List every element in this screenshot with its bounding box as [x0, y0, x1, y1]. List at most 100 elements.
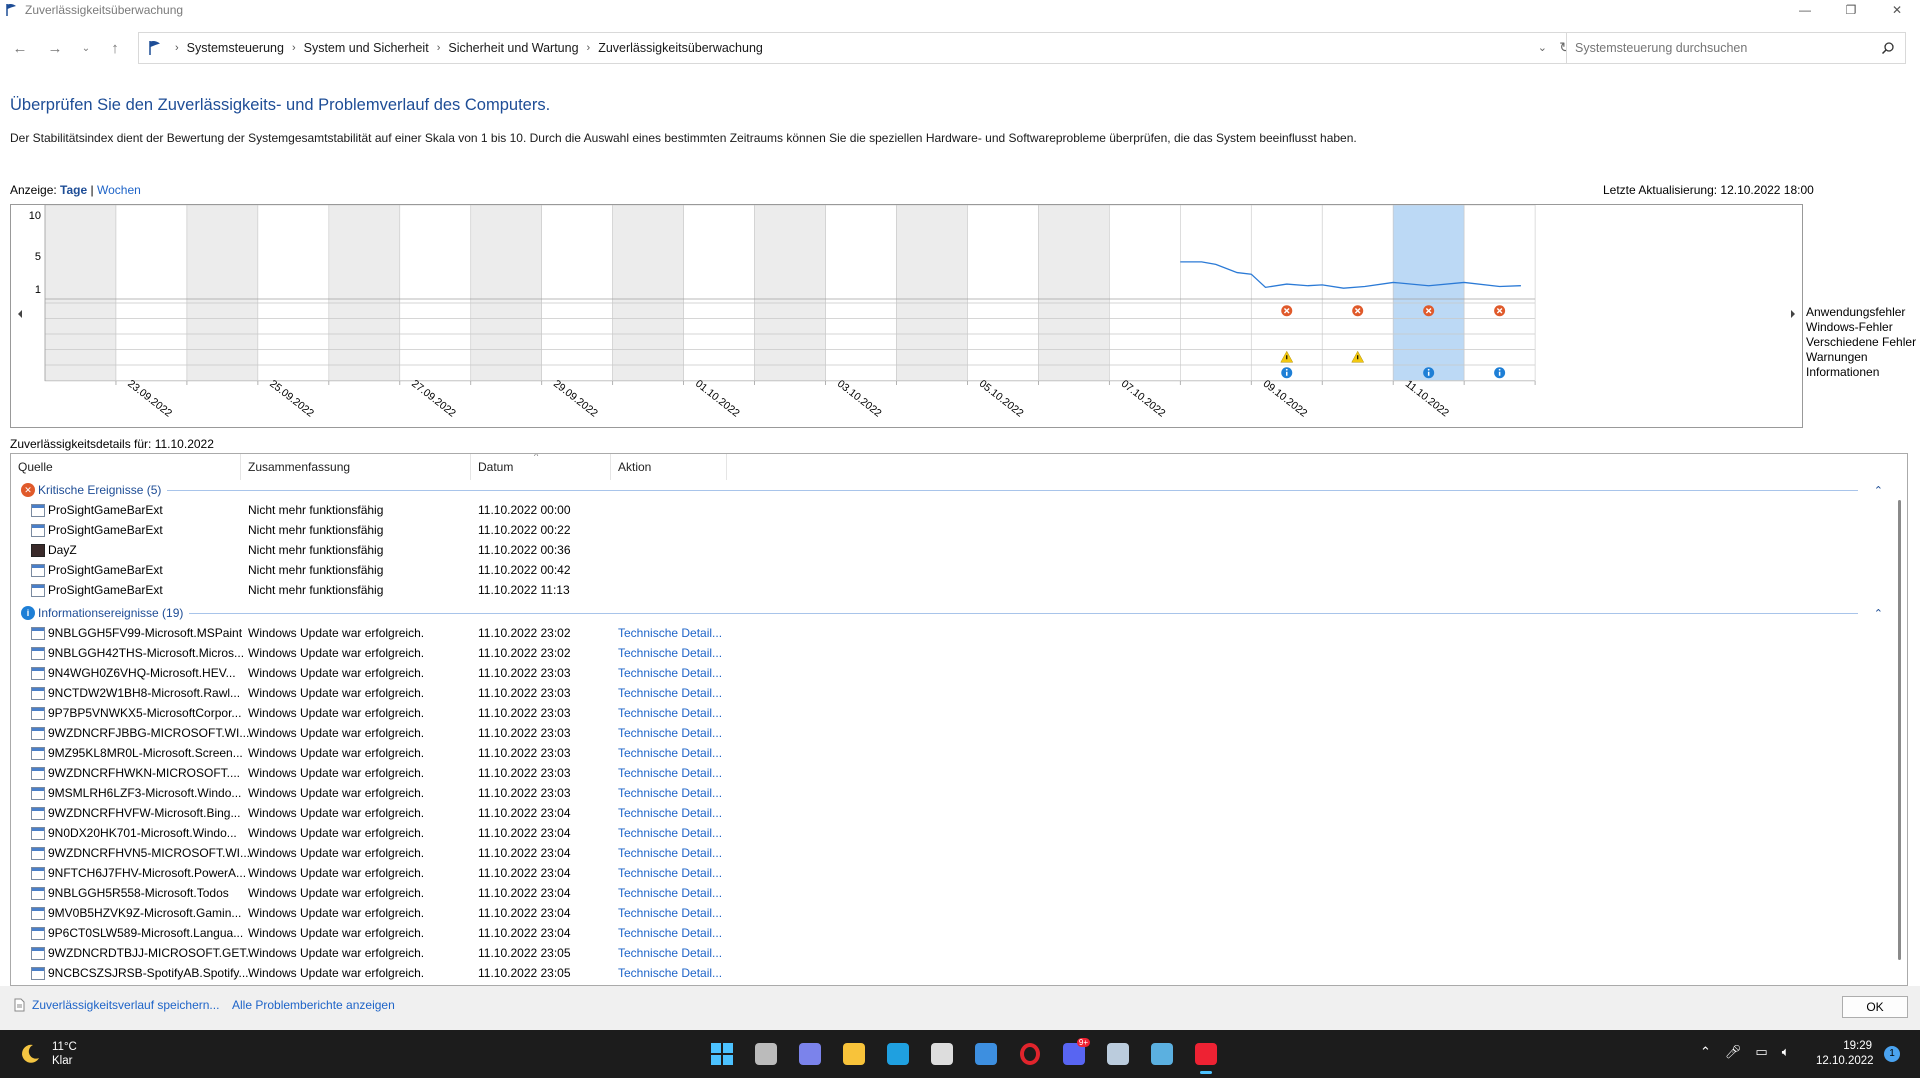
day-column[interactable] — [257, 205, 330, 382]
row-action-link[interactable]: Technische Detail... — [618, 626, 722, 640]
column-header-source[interactable]: Quelle — [11, 454, 241, 480]
remote-desktop-icon[interactable] — [1140, 1038, 1184, 1070]
table-row[interactable]: ProSightGameBarExt Nicht mehr funktionsf… — [11, 580, 1891, 600]
row-action-link[interactable]: Technische Detail... — [618, 946, 722, 960]
table-row[interactable]: 9NCBCSZSJRSB-SpotifyAB.Spotify... Window… — [11, 963, 1891, 983]
address-dropdown-chevron-icon[interactable]: ⌄ — [1538, 41, 1547, 54]
day-column[interactable] — [541, 205, 613, 382]
day-column[interactable] — [1463, 205, 1536, 382]
row-action-link[interactable]: Technische Detail... — [618, 906, 722, 920]
row-action-link[interactable]: Technische Detail... — [618, 686, 722, 700]
row-action-link[interactable]: Technische Detail... — [618, 766, 722, 780]
table-row[interactable]: 9WZDNCRFJBBG-MICROSOFT.WI... Windows Upd… — [11, 723, 1891, 743]
store-icon[interactable] — [920, 1038, 964, 1070]
breadcrumb-item[interactable]: Zuverlässigkeitsüberwachung — [598, 41, 763, 55]
table-row[interactable]: 9WZDNCRFHVFW-Microsoft.Bing... Windows U… — [11, 803, 1891, 823]
row-action-link[interactable]: Technische Detail... — [618, 966, 722, 980]
row-action-link[interactable]: Technische Detail... — [618, 886, 722, 900]
day-column[interactable] — [683, 205, 755, 382]
row-action-link[interactable]: Technische Detail... — [618, 826, 722, 840]
row-action-link[interactable]: Technische Detail... — [618, 846, 722, 860]
day-column[interactable] — [825, 205, 897, 382]
weather-widget[interactable]: 11°C Klar — [18, 1040, 77, 1068]
table-row[interactable]: 9P7BP5VNWKX5-MicrosoftCorpor... Windows … — [11, 703, 1891, 723]
network-icon[interactable]: ▭ — [1755, 1044, 1767, 1060]
day-column[interactable] — [1180, 205, 1252, 382]
day-column[interactable] — [612, 205, 684, 382]
row-action-link[interactable]: Technische Detail... — [618, 706, 722, 720]
close-button[interactable]: ✕ — [1874, 0, 1920, 20]
chart-scroll-left-icon[interactable] — [18, 310, 22, 318]
chart-scroll-right-icon[interactable] — [1791, 310, 1795, 318]
row-action-link[interactable]: Technische Detail... — [618, 726, 722, 740]
table-row[interactable]: 9NBLGGH5R558-Microsoft.Todos Windows Upd… — [11, 883, 1891, 903]
minimize-button[interactable]: — — [1782, 0, 1828, 20]
table-row[interactable]: 9WZDNCRFHWKN-MICROSOFT.... Windows Updat… — [11, 763, 1891, 783]
row-action-link[interactable]: Technische Detail... — [618, 646, 722, 660]
row-action-link[interactable]: Technische Detail... — [618, 806, 722, 820]
table-row[interactable]: 9MZ95KL8MR0L-Microsoft.Screen... Windows… — [11, 743, 1891, 763]
collapse-chevron-icon[interactable]: ⌃ — [1874, 484, 1883, 497]
day-column[interactable] — [44, 205, 117, 382]
discord-icon[interactable]: 9+ — [1052, 1038, 1096, 1070]
search-box[interactable] — [1566, 32, 1906, 64]
table-row[interactable]: 9MV0B5HZVK9Z-Microsoft.Gamin... Windows … — [11, 903, 1891, 923]
breadcrumb-item[interactable]: Sicherheit und Wartung › — [448, 41, 598, 55]
day-column[interactable] — [1109, 205, 1181, 382]
table-row[interactable]: 9NBLGGH42THS-Microsoft.Micros... Windows… — [11, 643, 1891, 663]
breadcrumb-item[interactable]: Systemsteuerung › — [187, 41, 304, 55]
table-row[interactable]: 9P6CT0SLW589-Microsoft.Langua... Windows… — [11, 923, 1891, 943]
ok-button[interactable]: OK — [1842, 996, 1908, 1018]
reliability-monitor-icon[interactable] — [1184, 1038, 1228, 1074]
mail-icon[interactable] — [964, 1038, 1008, 1070]
recent-locations-chevron-icon[interactable]: ⌄ — [76, 38, 96, 58]
address-bar[interactable]: › Systemsteuerung › System und Sicherheit… — [138, 32, 1580, 64]
day-column[interactable] — [1038, 205, 1110, 382]
scrollbar-thumb[interactable] — [1898, 500, 1901, 960]
save-history-link[interactable]: Zuverlässigkeitsverlauf speichern... — [12, 998, 219, 1012]
search-input[interactable] — [1575, 41, 1865, 55]
group-header[interactable]: i Informationsereignisse (19) ⌃ — [11, 603, 1891, 623]
table-row[interactable]: 9N4WGH0Z6VHQ-Microsoft.HEV... Windows Up… — [11, 663, 1891, 683]
day-column[interactable] — [754, 205, 826, 382]
stability-chart[interactable]: 10 5 1 23.09.2022 25.09.2022 27.09.2022 29.09.… — [10, 204, 1803, 428]
search-icon[interactable] — [1881, 41, 1895, 55]
row-action-link[interactable]: Technische Detail... — [618, 746, 722, 760]
row-action-link[interactable]: Technische Detail... — [618, 926, 722, 940]
day-column[interactable] — [186, 205, 259, 382]
table-row[interactable]: DayZ Nicht mehr funktionsfähig 11.10.202… — [11, 540, 1891, 560]
day-column[interactable] — [967, 205, 1039, 382]
day-column[interactable] — [1392, 205, 1465, 382]
day-column[interactable] — [115, 205, 188, 382]
file-explorer-icon[interactable] — [832, 1038, 876, 1070]
edge-icon[interactable] — [876, 1038, 920, 1070]
table-row[interactable]: 9NBLGGH5FV99-Microsoft.MSPaint Windows U… — [11, 623, 1891, 643]
table-row[interactable]: 9NCTDW2W1BH8-Microsoft.Rawl... Windows U… — [11, 683, 1891, 703]
row-action-link[interactable]: Technische Detail... — [618, 666, 722, 680]
row-action-link[interactable]: Technische Detail... — [618, 866, 722, 880]
up-arrow-icon[interactable]: ↑ — [105, 38, 125, 58]
day-column[interactable] — [896, 205, 968, 382]
day-column[interactable] — [328, 205, 401, 382]
day-column[interactable] — [399, 205, 472, 382]
table-row[interactable]: ProSightGameBarExt Nicht mehr funktionsf… — [11, 560, 1891, 580]
notepad-icon[interactable] — [1096, 1038, 1140, 1070]
view-weeks-link[interactable]: Wochen — [97, 183, 141, 197]
windows-start-icon[interactable] — [700, 1038, 744, 1070]
teams-chat-icon[interactable] — [788, 1038, 832, 1070]
row-action-link[interactable]: Technische Detail... — [618, 786, 722, 800]
vertical-scrollbar[interactable] — [1891, 480, 1907, 985]
table-row[interactable]: ProSightGameBarExt Nicht mehr funktionsf… — [11, 500, 1891, 520]
clock[interactable]: 19:29 12.10.2022 — [1816, 1039, 1874, 1069]
volume-icon[interactable]: 🔈︎ — [1782, 1044, 1790, 1060]
all-reports-link[interactable]: Alle Problemberichte anzeigen — [232, 998, 395, 1012]
chevron-up-icon[interactable]: ⌃ — [1700, 1044, 1711, 1060]
table-row[interactable]: 9WZDNCRFHVN5-MICROSOFT.WI... Windows Upd… — [11, 843, 1891, 863]
back-arrow-icon[interactable]: ← — [10, 38, 30, 58]
collapse-chevron-icon[interactable]: ⌃ — [1874, 607, 1883, 620]
column-header-action[interactable]: Aktion — [611, 454, 727, 480]
maximize-button[interactable]: ❐ — [1828, 0, 1874, 20]
group-header[interactable]: ✕ Kritische Ereignisse (5) ⌃ — [11, 480, 1891, 500]
task-view-icon[interactable] — [744, 1038, 788, 1070]
view-days-link[interactable]: Tage — [60, 183, 87, 197]
